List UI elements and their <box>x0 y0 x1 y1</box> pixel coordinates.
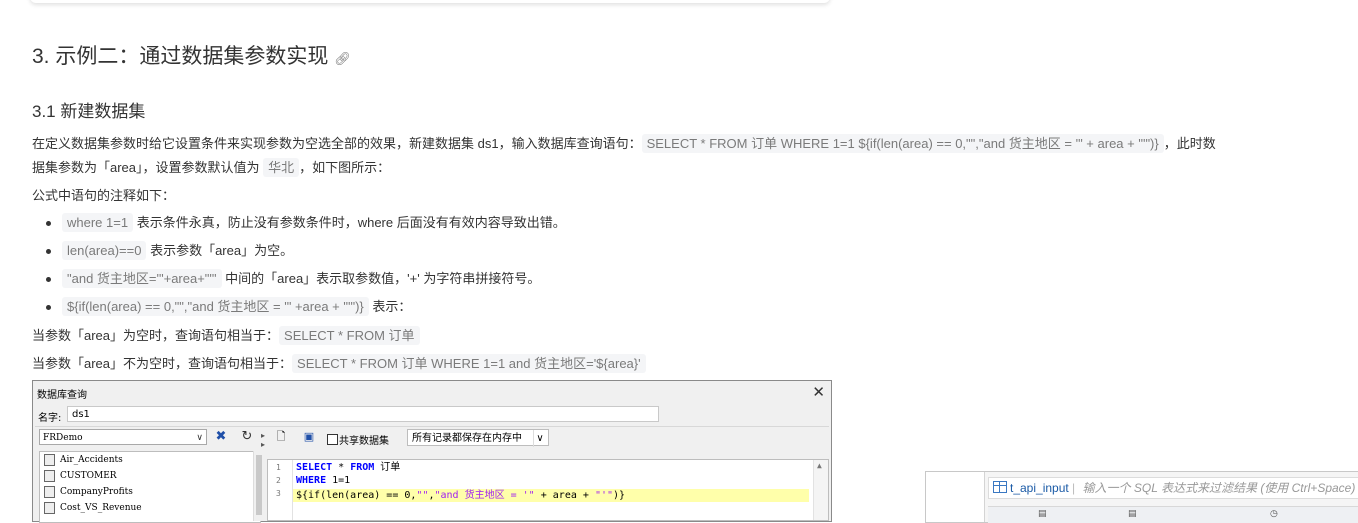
dialog-title: 数据库查询 <box>37 390 87 401</box>
list-item: ${if(len(area) == 0,"","and 货主地区 = '" +a… <box>44 295 566 323</box>
filter-bar[interactable]: t_api_input | 输入一个 SQL 表达式来过滤结果 (使用 Ctrl… <box>988 477 1358 499</box>
list-item[interactable]: Air_Accidents <box>40 452 260 468</box>
link-icon[interactable]: 🔗︎ <box>334 51 351 66</box>
column-header-row: ▤ ▤ ◷ <box>988 506 1358 523</box>
table-list-scrollbar[interactable] <box>253 451 264 521</box>
database-query-dialog: 数据库查询 ✕ 名字: ds1 FRDemo ∨ ✖ ↻ ▸ ▸ 🗋︎ ▣ 共享数据… <box>32 380 832 523</box>
close-icon[interactable]: ✕ <box>812 383 825 401</box>
list-item[interactable]: Cost_VS_Revenue <box>40 500 260 516</box>
editor-scrollbar[interactable]: ▲ <box>813 460 828 520</box>
filter-input[interactable]: 输入一个 SQL 表达式来过滤结果 (使用 Ctrl+Space) <box>1083 481 1356 495</box>
column-header[interactable]: ▤ <box>1128 508 1137 519</box>
table-icon <box>44 501 55 514</box>
code-line-1: SELECT * FROM 订单 <box>296 462 401 473</box>
table-icon <box>993 481 1007 493</box>
case-empty-line: 当参数「area」为空时，查询语句相当于： SELECT * FROM 订单 <box>32 324 420 348</box>
share-dataset-checkbox[interactable] <box>327 434 338 445</box>
table-list: Air_Accidents CUSTOMER CompanyProfits Co… <box>39 451 261 523</box>
code-line-2: WHERE 1=1 <box>296 475 351 486</box>
column-header[interactable]: ▤ <box>1038 508 1047 519</box>
list-item: len(area)==0 表示参数「area」为空。 <box>44 239 566 267</box>
code-line-3: ${if(len(area) == 0,"","and 货主地区 = '" + … <box>296 490 626 501</box>
list-item: where 1=1 表示条件永真，防止没有参数条件时，where 后面没有有效内… <box>44 211 566 239</box>
name-label: 名字: <box>38 413 62 424</box>
divider <box>35 426 829 427</box>
refresh-icon[interactable]: ↻ <box>239 429 255 445</box>
inline-code-nonempty: SELECT * FROM 订单 WHERE 1=1 and 货主地区='${a… <box>292 354 646 373</box>
scroll-thumb[interactable] <box>256 455 262 515</box>
section-heading: 3. 示例二：通过数据集参数实现 🔗︎ <box>32 45 351 68</box>
parameter-icon[interactable]: ▣ <box>301 429 317 445</box>
table-name: t_api_input <box>1010 481 1069 495</box>
intro-paragraph-line2: 据集参数为「area」，设置参数默认值为 华北 ，如下图所示： <box>32 158 391 177</box>
list-item[interactable]: CUSTOMER <box>40 468 260 484</box>
tools-icon[interactable]: ✖ <box>213 429 229 445</box>
chevron-down-icon: ∨ <box>533 430 546 447</box>
clock-icon[interactable]: ◷ <box>1270 508 1278 519</box>
list-item: "and 货主地区='"+area+"'" 中间的「area」表示取参数值，'+… <box>44 267 566 295</box>
datasource-select[interactable]: FRDemo ∨ <box>39 429 207 445</box>
table-icon <box>44 469 55 482</box>
share-dataset-label: 共享数据集 <box>339 436 389 447</box>
name-input[interactable]: ds1 <box>67 406 659 422</box>
sql-editor[interactable]: 1 2 3 SELECT * FROM 订单 WHERE 1=1 ${if(le… <box>267 459 829 521</box>
note-line: 公式中语句的注释如下： <box>32 188 176 203</box>
inline-code-default: 华北 <box>263 158 300 177</box>
chevron-up-icon[interactable]: ▲ <box>817 461 822 470</box>
subsection-heading: 3.1 新建数据集 <box>32 102 146 121</box>
inline-code-query: SELECT * FROM 订单 WHERE 1=1 ${if(len(area… <box>641 134 1164 153</box>
intro-paragraph-line1: 在定义数据集参数时给它设置条件来实现参数为空选全部的效果，新建数据集 ds1，输… <box>32 134 1216 153</box>
bullet-list: where 1=1 表示条件永真，防止没有参数条件时，where 后面没有有效内… <box>44 211 566 323</box>
preview-icon[interactable]: 🗋︎ <box>273 429 289 445</box>
table-icon <box>44 453 55 466</box>
db-tool-panel: t_api_input | 输入一个 SQL 表达式来过滤结果 (使用 Ctrl… <box>925 471 1358 523</box>
table-icon <box>44 485 55 498</box>
inline-code-empty: SELECT * FROM 订单 <box>279 326 420 345</box>
previous-card-edge <box>30 0 830 3</box>
list-item[interactable]: CompanyProfits <box>40 484 260 500</box>
storage-mode-select[interactable]: 所有记录都保存在内存中 ∨ <box>407 429 549 447</box>
line-number-gutter: 1 2 3 <box>268 460 293 520</box>
chevron-down-icon: ∨ <box>196 433 203 443</box>
case-nonempty-line: 当参数「area」不为空时，查询语句相当于： SELECT * FROM 订单 W… <box>32 352 646 376</box>
